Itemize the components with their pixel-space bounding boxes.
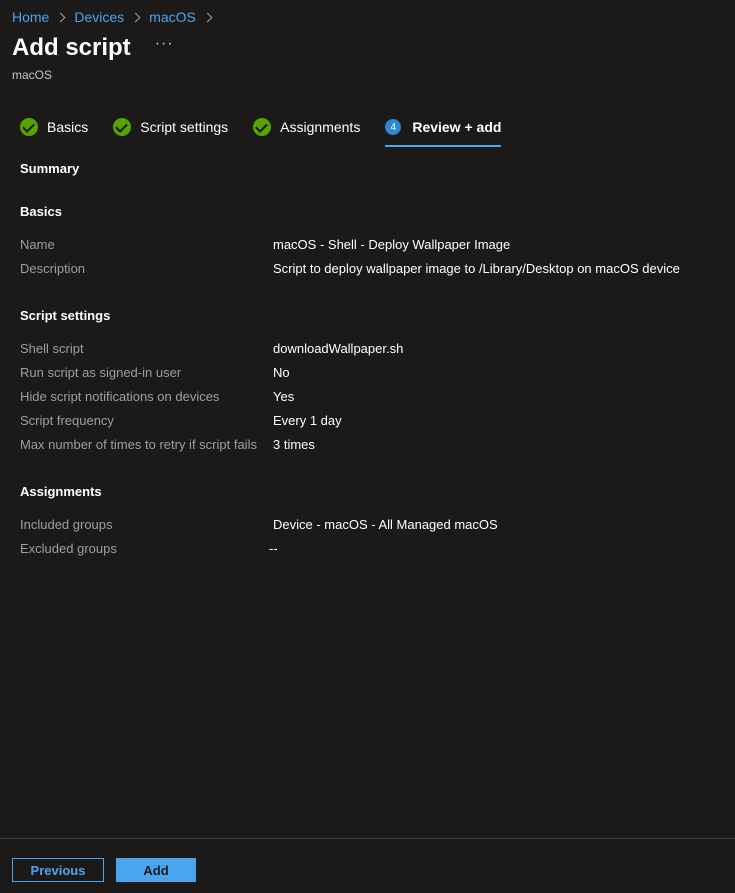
tab-assignments[interactable]: Assignments — [253, 118, 360, 147]
chevron-right-icon — [55, 12, 66, 22]
row-label: Max number of times to retry if script f… — [20, 436, 257, 452]
previous-button[interactable]: Previous — [12, 858, 104, 882]
tab-basics[interactable]: Basics — [20, 118, 88, 147]
breadcrumb-devices[interactable]: Devices — [74, 9, 124, 25]
basics-section: Name macOS - Shell - Deploy Wallpaper Im… — [20, 232, 680, 280]
row-label: Run script as signed-in user — [20, 364, 182, 380]
summary-row-name: Name macOS - Shell - Deploy Wallpaper Im… — [20, 232, 680, 256]
add-script-page: Home Devices macOS Add script ··· macOS … — [0, 0, 735, 893]
summary-row-hide-notifications: Hide script notifications on devices Yes — [20, 384, 403, 408]
summary-row-included-groups: Included groups Device - macOS - All Man… — [20, 512, 498, 536]
tab-review-add[interactable]: 4 Review + add — [385, 118, 502, 147]
add-button[interactable]: Add — [116, 858, 196, 882]
row-label: Excluded groups — [20, 540, 117, 556]
row-value: No — [273, 364, 290, 380]
tab-label: Review + add — [412, 119, 502, 135]
row-value: Device - macOS - All Managed macOS — [273, 516, 498, 532]
breadcrumb-macos[interactable]: macOS — [149, 9, 196, 25]
title-row: Add script ··· — [12, 34, 174, 62]
checkmark-circle-icon — [253, 118, 272, 136]
page-title: Add script — [12, 34, 131, 61]
summary-row-run-as-user: Run script as signed-in user No — [20, 360, 403, 384]
row-label: Description — [20, 260, 86, 276]
summary-row-excluded-groups: Excluded groups -- — [20, 536, 498, 560]
row-value: Script to deploy wallpaper image to /Lib… — [273, 260, 680, 276]
summary-row-description: Description Script to deploy wallpaper i… — [20, 256, 680, 280]
row-label: Script frequency — [20, 412, 114, 428]
row-value: downloadWallpaper.sh — [273, 340, 404, 356]
summary-heading: Summary — [20, 161, 80, 176]
row-label: Included groups — [20, 516, 113, 532]
row-value: -- — [269, 540, 278, 556]
summary-row-max-retries: Max number of times to retry if script f… — [20, 432, 403, 456]
wizard-tabs: Basics Script settings Assignments 4 Rev… — [20, 118, 526, 148]
tab-script-settings[interactable]: Script settings — [113, 118, 228, 147]
page-subtitle: macOS — [12, 68, 53, 82]
assignments-section: Included groups Device - macOS - All Man… — [20, 512, 498, 560]
checkmark-circle-icon — [113, 118, 132, 136]
row-label: Name — [20, 236, 55, 252]
row-label: Shell script — [20, 340, 84, 356]
more-options-icon[interactable]: ··· — [155, 35, 174, 53]
tab-label: Basics — [47, 119, 89, 135]
tab-label: Assignments — [280, 119, 361, 135]
summary-row-shell-script: Shell script downloadWallpaper.sh — [20, 336, 403, 360]
chevron-right-icon — [202, 12, 213, 22]
row-label: Hide script notifications on devices — [20, 388, 220, 404]
checkmark-circle-icon — [20, 118, 38, 136]
chevron-right-icon — [130, 12, 141, 22]
basics-section-title: Basics — [20, 204, 62, 219]
row-value: Yes — [273, 388, 295, 404]
summary-row-script-frequency: Script frequency Every 1 day — [20, 408, 403, 432]
assignments-section-title: Assignments — [20, 484, 102, 499]
step-number-badge: 4 — [385, 119, 402, 135]
tab-label: Script settings — [140, 119, 229, 135]
row-value: 3 times — [273, 436, 315, 452]
row-value: macOS - Shell - Deploy Wallpaper Image — [273, 236, 511, 252]
script-settings-section: Shell script downloadWallpaper.sh Run sc… — [20, 336, 403, 456]
script-settings-section-title: Script settings — [20, 308, 111, 323]
row-value: Every 1 day — [273, 412, 342, 428]
footer-divider — [0, 838, 735, 839]
breadcrumb: Home Devices macOS — [12, 9, 221, 25]
breadcrumb-home[interactable]: Home — [12, 9, 49, 25]
